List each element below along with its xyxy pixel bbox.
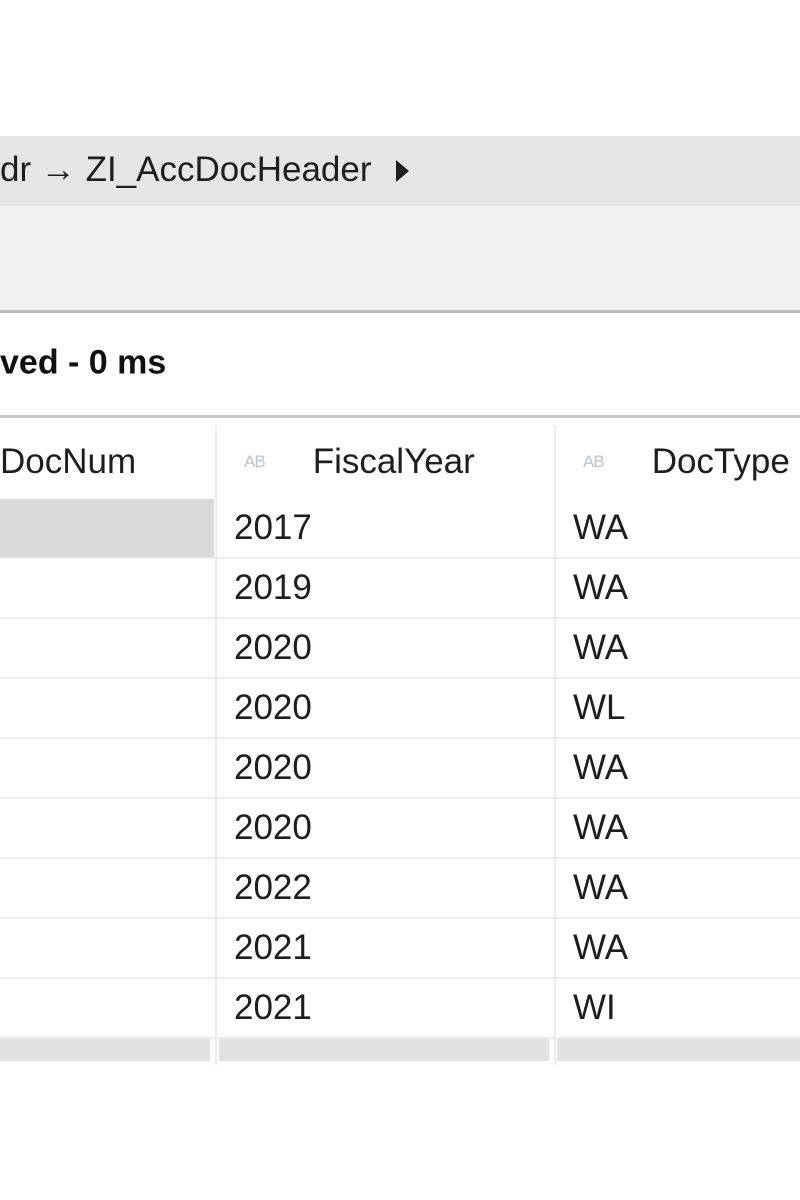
cell-docnum[interactable] <box>0 559 214 617</box>
column-header-doctype[interactable]: AB DocType <box>583 425 800 499</box>
toolbar-area <box>0 206 800 310</box>
table-row[interactable]: 2022 WA <box>0 859 800 919</box>
cell-docnum[interactable] <box>0 739 214 797</box>
cell-fiscalyear[interactable]: 2017 <box>234 499 534 557</box>
table-row[interactable]: 2021 WI <box>0 979 800 1039</box>
table-row[interactable]: 2020 WA <box>0 799 800 859</box>
grid-footer <box>0 1039 800 1063</box>
cell-fiscalyear[interactable]: 2020 <box>234 739 534 797</box>
cell-doctype[interactable]: WA <box>573 919 800 977</box>
cell-docnum[interactable] <box>0 619 214 677</box>
cell-doctype[interactable]: WA <box>573 559 800 617</box>
cell-doctype[interactable]: WA <box>573 499 800 557</box>
cell-docnum[interactable] <box>0 919 214 977</box>
footer-cell <box>219 1039 549 1061</box>
footer-cell <box>0 1039 210 1061</box>
cell-docnum[interactable] <box>0 859 214 917</box>
cell-fiscalyear[interactable]: 2020 <box>234 679 534 737</box>
cell-docnum[interactable] <box>0 499 214 557</box>
column-header-label: FiscalYear <box>312 442 475 481</box>
chevron-right-icon[interactable] <box>396 160 409 182</box>
cell-docnum[interactable] <box>0 679 214 737</box>
cell-fiscalyear[interactable]: 2021 <box>234 979 534 1037</box>
breadcrumb: dr → ZI_AccDocHeader <box>0 136 800 206</box>
cell-doctype[interactable]: WA <box>573 619 800 677</box>
table-row[interactable]: 2019 WA <box>0 559 800 619</box>
cell-docnum[interactable] <box>0 979 214 1037</box>
table-row[interactable]: 2021 WA <box>0 919 800 979</box>
cell-doctype[interactable]: WA <box>573 739 800 797</box>
cell-doctype[interactable]: WA <box>573 859 800 917</box>
column-header-fiscalyear[interactable]: AB FiscalYear <box>244 425 554 499</box>
column-header-label: DocNum <box>0 442 137 481</box>
cell-doctype[interactable]: WI <box>573 979 800 1037</box>
data-preview-page: dr → ZI_AccDocHeader ved - 0 ms DocNum A… <box>0 0 800 1200</box>
results-grid: DocNum AB FiscalYear AB DocType 2017 WA 20… <box>0 425 800 1065</box>
cell-fiscalyear[interactable]: 2022 <box>234 859 534 917</box>
grid-header: DocNum AB FiscalYear AB DocType <box>0 425 800 499</box>
table-row[interactable]: 2020 WA <box>0 619 800 679</box>
footer-cell <box>557 1039 800 1061</box>
table-row[interactable]: 2020 WA <box>0 739 800 799</box>
cell-docnum[interactable] <box>0 799 214 857</box>
grid-body: 2017 WA 2019 WA 2020 WA 2020 WL 2020 WA 2020 WA 2022… <box>0 499 800 1039</box>
column-header-label: DocType <box>651 442 790 481</box>
cell-fiscalyear[interactable]: 2020 <box>234 799 534 857</box>
cell-fiscalyear[interactable]: 2021 <box>234 919 534 977</box>
cell-doctype[interactable]: WA <box>573 799 800 857</box>
cell-fiscalyear[interactable]: 2019 <box>234 559 534 617</box>
table-row[interactable]: 2017 WA <box>0 499 800 559</box>
column-header-docnum[interactable]: DocNum <box>0 425 214 499</box>
cell-fiscalyear[interactable]: 2020 <box>234 619 534 677</box>
breadcrumb-text[interactable]: dr → ZI_AccDocHeader <box>0 150 372 190</box>
text-type-icon: AB <box>583 452 605 471</box>
status-text: ved - 0 ms <box>0 343 167 382</box>
status-bar: ved - 0 ms <box>0 310 800 418</box>
text-type-icon: AB <box>244 452 266 471</box>
table-row[interactable]: 2020 WL <box>0 679 800 739</box>
cell-doctype[interactable]: WL <box>573 679 800 737</box>
